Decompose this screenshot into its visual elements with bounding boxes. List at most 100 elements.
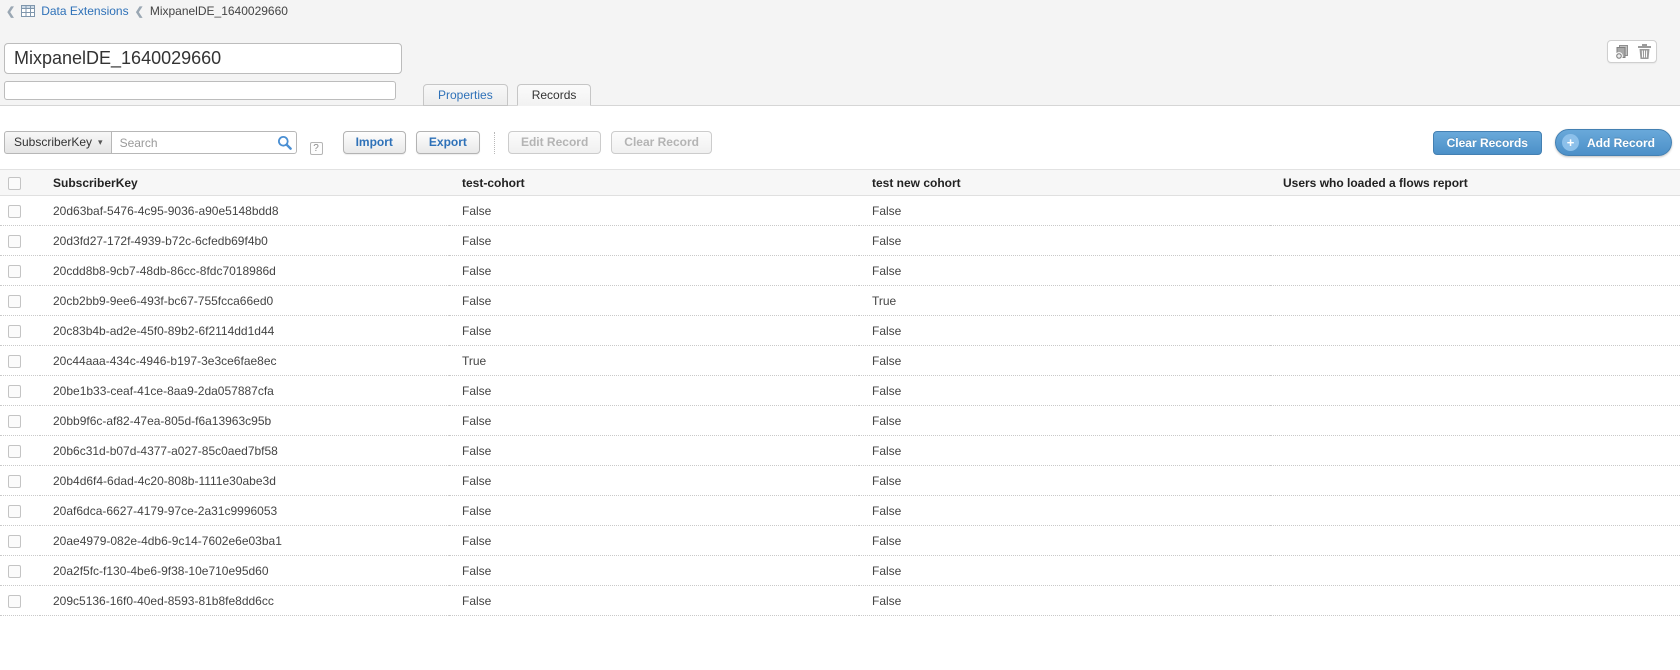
cell-test-cohort: False: [449, 286, 859, 316]
table-row[interactable]: 20b6c31d-b07d-4377-a027-85c0aed7bf58 Fal…: [0, 436, 1680, 466]
row-checkbox[interactable]: [8, 205, 21, 218]
breadcrumb-data-extensions-link[interactable]: Data Extensions: [41, 4, 128, 18]
row-checkbox[interactable]: [8, 355, 21, 368]
row-checkbox[interactable]: [8, 295, 21, 308]
search-icon[interactable]: [277, 135, 292, 150]
table-row[interactable]: 20d63baf-5476-4c95-9036-a90e5148bdd8 Fal…: [0, 196, 1680, 226]
back-chevron-icon[interactable]: ❮: [6, 5, 15, 18]
cell-test-cohort: False: [449, 556, 859, 586]
row-checkbox[interactable]: [8, 505, 21, 518]
cell-subscriber-key: 20af6dca-6627-4179-97ce-2a31c9996053: [40, 496, 449, 526]
search-field-dropdown[interactable]: SubscriberKey ▾: [4, 131, 112, 154]
cell-test-cohort: False: [449, 526, 859, 556]
breadcrumb: ❮ Data Extensions ❮ MixpanelDE_164002966…: [6, 3, 288, 19]
cell-subscriber-key: 20d3fd27-172f-4939-b72c-6cfedb69f4b0: [40, 226, 449, 256]
cell-flows-report: [1270, 286, 1680, 316]
help-icon[interactable]: ?: [310, 142, 323, 155]
table-row[interactable]: 20ae4979-082e-4db6-9c14-7602e6e03ba1 Fal…: [0, 526, 1680, 556]
clear-record-button[interactable]: Clear Record: [611, 131, 712, 154]
cell-flows-report: [1270, 226, 1680, 256]
plus-icon: +: [1562, 134, 1579, 151]
cell-subscriber-key: 20be1b33-ceaf-41ce-8aa9-2da057887cfa: [40, 376, 449, 406]
external-key-input[interactable]: [4, 81, 396, 100]
table-row[interactable]: 20c83b4b-ad2e-45f0-89b2-6f2114dd1d44 Fal…: [0, 316, 1680, 346]
cell-subscriber-key: 20d63baf-5476-4c95-9036-a90e5148bdd8: [40, 196, 449, 226]
row-checkbox[interactable]: [8, 445, 21, 458]
breadcrumb-current-page: MixpanelDE_1640029660: [150, 4, 288, 18]
cell-test-new-cohort: False: [859, 316, 1270, 346]
tab-properties[interactable]: Properties: [423, 84, 508, 106]
column-header-test-cohort[interactable]: test-cohort: [449, 170, 859, 196]
table-row[interactable]: 209c5136-16f0-40ed-8593-81b8fe8dd6cc Fal…: [0, 586, 1680, 616]
cell-test-new-cohort: False: [859, 496, 1270, 526]
cell-test-new-cohort: False: [859, 196, 1270, 226]
toolbar-divider: [494, 132, 495, 154]
search-group: SubscriberKey ▾: [4, 131, 297, 154]
table-row[interactable]: 20bb9f6c-af82-47ea-805d-f6a13963c95b Fal…: [0, 406, 1680, 436]
row-checkbox[interactable]: [8, 415, 21, 428]
table-row[interactable]: 20af6dca-6627-4179-97ce-2a31c9996053 Fal…: [0, 496, 1680, 526]
search-input[interactable]: [111, 131, 297, 154]
chevron-down-icon: ▾: [98, 132, 103, 153]
table-row[interactable]: 20b4d6f4-6dad-4c20-808b-1111e30abe3d Fal…: [0, 466, 1680, 496]
row-checkbox[interactable]: [8, 475, 21, 488]
row-checkbox[interactable]: [8, 595, 21, 608]
cell-flows-report: [1270, 376, 1680, 406]
row-checkbox[interactable]: [8, 265, 21, 278]
row-checkbox[interactable]: [8, 325, 21, 338]
row-checkbox[interactable]: [8, 565, 21, 578]
table-row[interactable]: 20cb2bb9-9ee6-493f-bc67-755fcca66ed0 Fal…: [0, 286, 1680, 316]
table-row[interactable]: 20c44aaa-434c-4946-b197-3e3ce6fae8ec Tru…: [0, 346, 1680, 376]
tab-records[interactable]: Records: [517, 84, 592, 106]
cell-test-cohort: False: [449, 586, 859, 616]
cell-test-new-cohort: False: [859, 376, 1270, 406]
cell-flows-report: [1270, 586, 1680, 616]
cell-flows-report: [1270, 406, 1680, 436]
cell-subscriber-key: 20b6c31d-b07d-4377-a027-85c0aed7bf58: [40, 436, 449, 466]
export-button[interactable]: Export: [416, 131, 480, 154]
edit-record-button[interactable]: Edit Record: [508, 131, 601, 154]
cell-test-new-cohort: False: [859, 256, 1270, 286]
cell-test-cohort: False: [449, 466, 859, 496]
cell-subscriber-key: 20bb9f6c-af82-47ea-805d-f6a13963c95b: [40, 406, 449, 436]
column-header-flows-report[interactable]: Users who loaded a flows report: [1270, 170, 1680, 196]
column-header-test-new-cohort[interactable]: test new cohort: [859, 170, 1270, 196]
clear-records-button[interactable]: Clear Records: [1433, 131, 1542, 155]
page-header-band: ❮ Data Extensions ❮ MixpanelDE_164002966…: [0, 0, 1680, 106]
cell-flows-report: [1270, 256, 1680, 286]
trash-icon[interactable]: [1638, 44, 1651, 59]
data-extension-grid-icon: [21, 5, 35, 17]
table-row[interactable]: 20a2f5fc-f130-4be6-9f38-10e710e95d60 Fal…: [0, 556, 1680, 586]
select-all-checkbox[interactable]: [8, 177, 21, 190]
cell-test-cohort: False: [449, 196, 859, 226]
table-header-row: SubscriberKey test-cohort test new cohor…: [0, 170, 1680, 196]
cell-flows-report: [1270, 466, 1680, 496]
cell-flows-report: [1270, 526, 1680, 556]
records-toolbar: SubscriberKey ▾ ? Import Export Edit Rec…: [0, 130, 1680, 155]
data-extension-name-input[interactable]: [4, 43, 402, 74]
row-checkbox[interactable]: [8, 535, 21, 548]
toolbar-right-group: Clear Records + Add Record: [1433, 129, 1672, 156]
cell-flows-report: [1270, 346, 1680, 376]
cell-test-new-cohort: False: [859, 226, 1270, 256]
cell-test-cohort: False: [449, 226, 859, 256]
copy-icon[interactable]: [1614, 44, 1630, 60]
cell-subscriber-key: 20a2f5fc-f130-4be6-9f38-10e710e95d60: [40, 556, 449, 586]
add-record-button[interactable]: + Add Record: [1555, 129, 1672, 156]
row-checkbox[interactable]: [8, 385, 21, 398]
cell-subscriber-key: 20cdd8b8-9cb7-48db-86cc-8fdc7018986d: [40, 256, 449, 286]
table-row[interactable]: 20cdd8b8-9cb7-48db-86cc-8fdc7018986d Fal…: [0, 256, 1680, 286]
cell-subscriber-key: 20ae4979-082e-4db6-9c14-7602e6e03ba1: [40, 526, 449, 556]
cell-subscriber-key: 20c44aaa-434c-4946-b197-3e3ce6fae8ec: [40, 346, 449, 376]
row-checkbox[interactable]: [8, 235, 21, 248]
import-button[interactable]: Import: [343, 131, 406, 154]
cell-subscriber-key: 20b4d6f4-6dad-4c20-808b-1111e30abe3d: [40, 466, 449, 496]
header-actions-box: [1607, 40, 1657, 63]
cell-test-new-cohort: False: [859, 436, 1270, 466]
table-row[interactable]: 20d3fd27-172f-4939-b72c-6cfedb69f4b0 Fal…: [0, 226, 1680, 256]
cell-flows-report: [1270, 196, 1680, 226]
table-row[interactable]: 20be1b33-ceaf-41ce-8aa9-2da057887cfa Fal…: [0, 376, 1680, 406]
add-record-label: Add Record: [1587, 132, 1655, 154]
column-header-subscriberkey[interactable]: SubscriberKey: [40, 170, 449, 196]
cell-test-cohort: False: [449, 256, 859, 286]
